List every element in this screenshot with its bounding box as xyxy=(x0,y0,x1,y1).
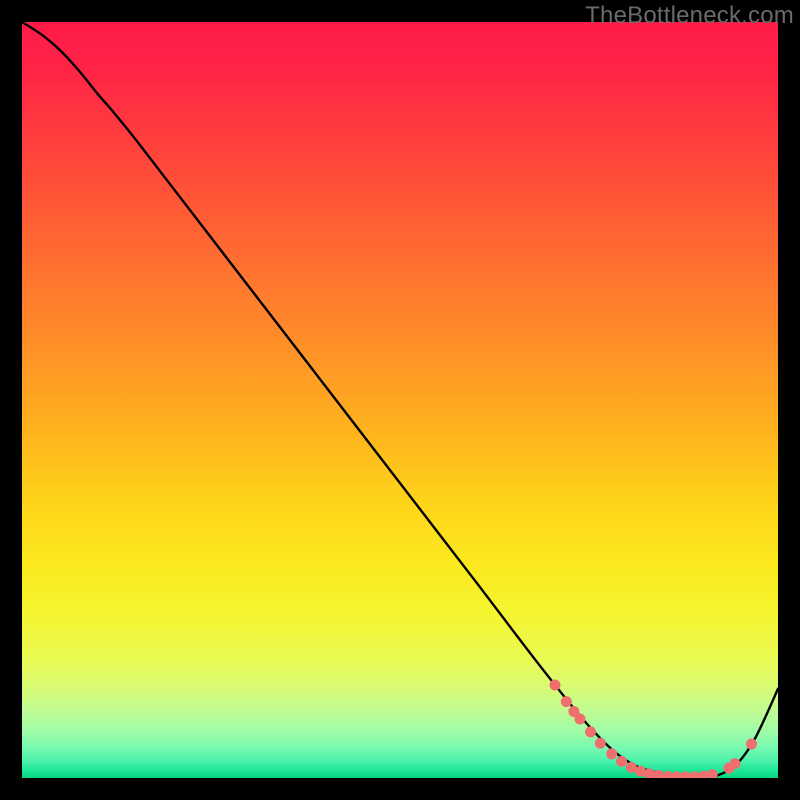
marker-point xyxy=(746,738,757,749)
marker-point xyxy=(616,756,627,767)
watermark-text: TheBottleneck.com xyxy=(585,2,794,30)
marker-point xyxy=(561,696,572,707)
marker-point xyxy=(606,748,617,759)
marker-point xyxy=(549,680,560,691)
chart-svg xyxy=(22,22,778,778)
plot-area xyxy=(22,22,778,778)
gradient-background xyxy=(22,22,778,778)
marker-point xyxy=(729,758,740,769)
chart-frame: TheBottleneck.com xyxy=(0,0,800,800)
marker-point xyxy=(585,726,596,737)
marker-point xyxy=(574,714,585,725)
marker-point xyxy=(595,738,606,749)
